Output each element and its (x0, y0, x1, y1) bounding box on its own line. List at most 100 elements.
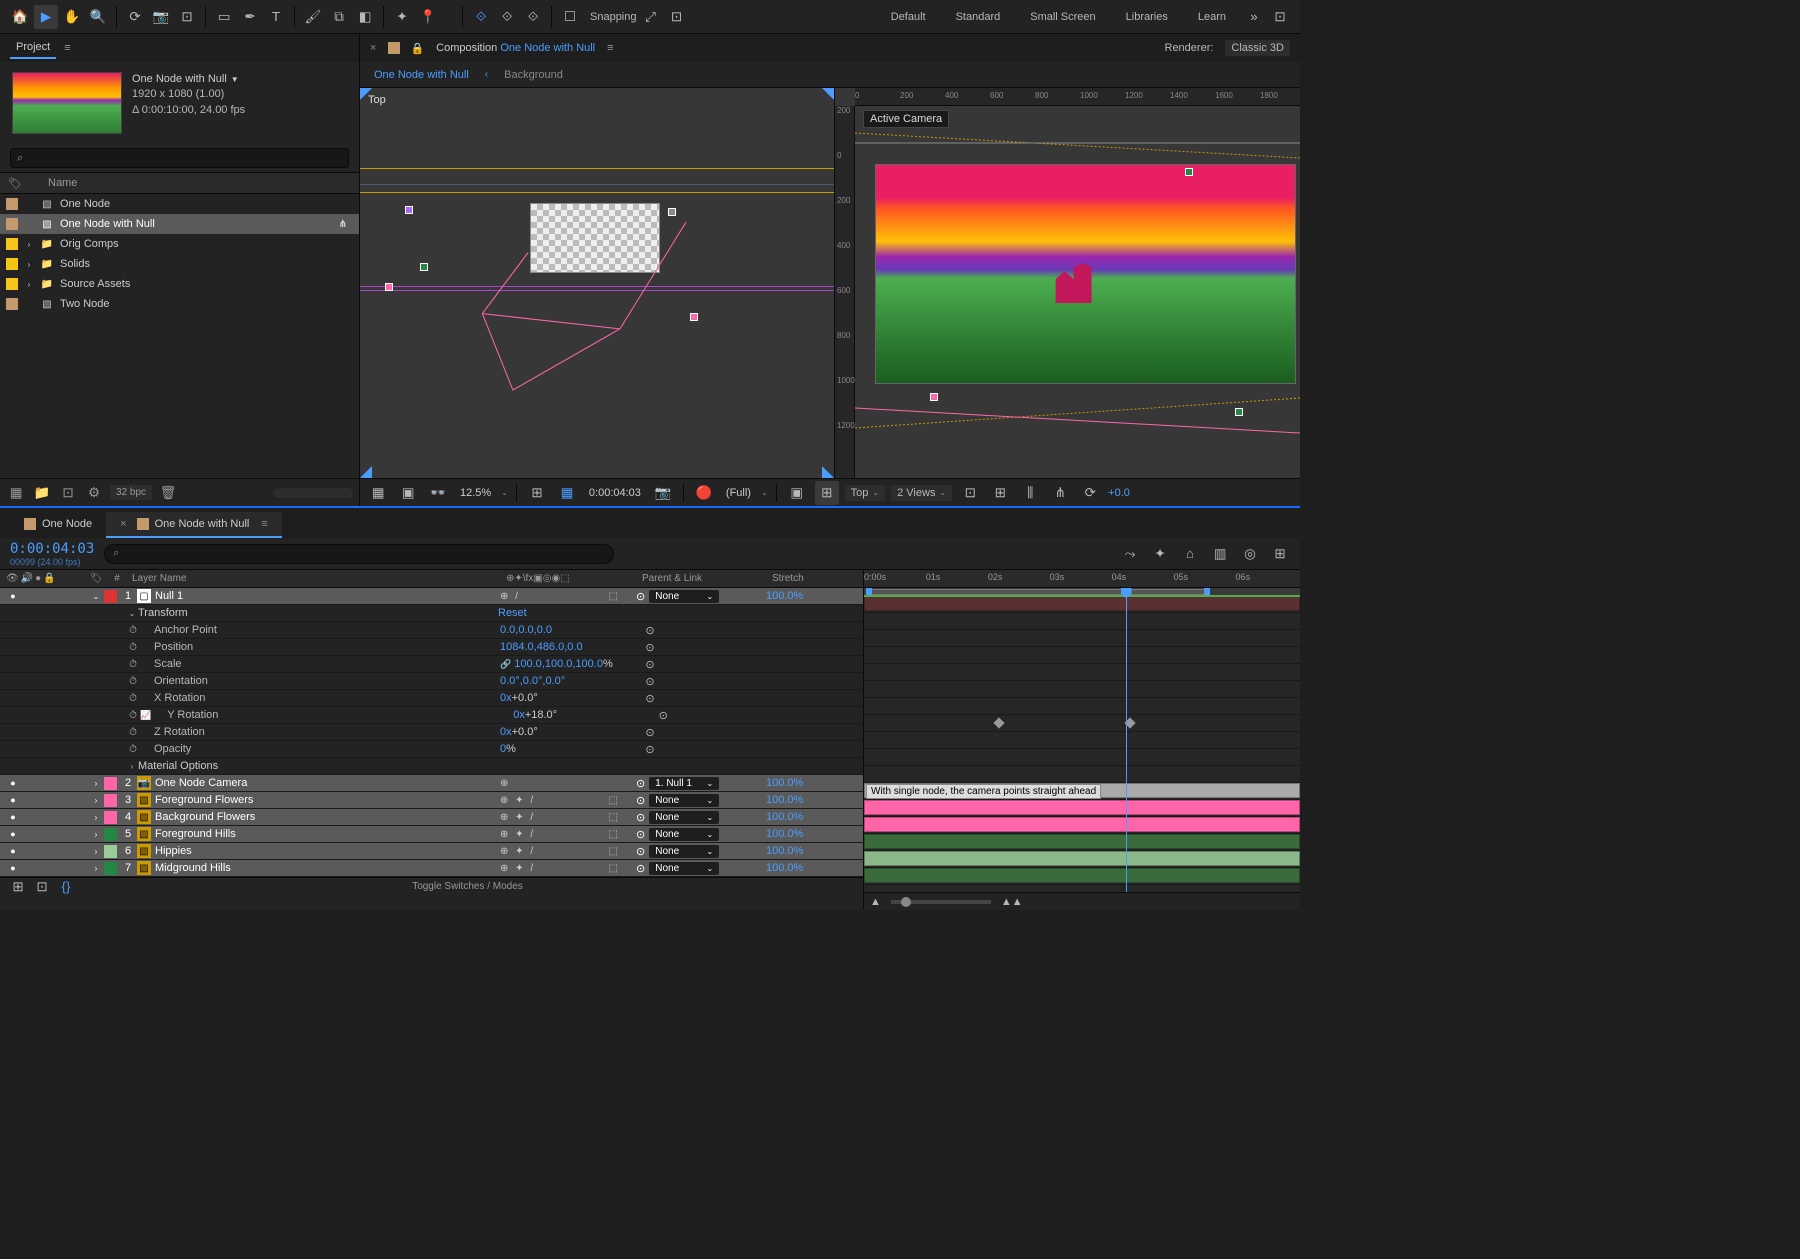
settings-icon[interactable]: ⚙ (84, 483, 104, 503)
comp-time[interactable]: 0:00:04:03 (585, 487, 645, 499)
motion-blur-icon[interactable]: ◎ (1240, 544, 1260, 564)
slider[interactable] (273, 488, 353, 498)
back-arrow-icon[interactable]: ‹ (485, 69, 488, 80)
zoom-slider[interactable] (891, 900, 991, 904)
label-column-icon[interactable]: 🏷 (90, 573, 108, 584)
workspace-standard[interactable]: Standard (942, 0, 1015, 34)
viewport-active-camera[interactable]: 020040060080010001200140016001800 200020… (835, 88, 1300, 478)
timeline-timecode[interactable]: 0:00:04:03 (10, 541, 94, 557)
solo-column-icon[interactable]: ● (35, 573, 41, 584)
puppet-tool-icon[interactable]: 📍 (416, 5, 440, 29)
tag-column-icon[interactable]: 🏷 (8, 177, 28, 190)
property-row[interactable]: ⏱Opacity0%⊙ (0, 741, 863, 758)
type-tool-icon[interactable]: T (264, 5, 288, 29)
transparency-icon[interactable]: ▦ (555, 481, 579, 505)
roto-tool-icon[interactable]: ✦ (390, 5, 414, 29)
lock-icon[interactable]: 🔒 (410, 42, 424, 55)
orbit-tool-icon[interactable]: ⟳ (123, 5, 147, 29)
workspace-small-screen[interactable]: Small Screen (1016, 0, 1109, 34)
project-item[interactable]: ▧One Node (0, 194, 359, 214)
interpret-footage-icon[interactable]: ▦ (6, 483, 26, 503)
eraser-tool-icon[interactable]: ◧ (353, 5, 377, 29)
pen-tool-icon[interactable]: ✒ (238, 5, 262, 29)
timeline-track-area[interactable]: 0:00s01s02s03s04s05s06s With single node… (864, 570, 1300, 910)
toggle-icon-1[interactable]: ⊞ (6, 875, 30, 899)
close-tab-icon[interactable]: × (370, 42, 376, 54)
eye-column-icon[interactable]: 👁 (6, 573, 19, 584)
reset-exposure-icon[interactable]: ⟳ (1078, 481, 1102, 505)
brush-tool-icon[interactable]: 🖌 (301, 5, 325, 29)
layer-row[interactable]: ● › 7 ▧ Midground Hills ⊕ ✦ /⬚ ⊙None⌄ 10… (0, 860, 863, 877)
layer-row[interactable]: ● ⌄ 1 ▢ Null 1 ⊕ /⬚ ⊙None⌄ 100.0% (0, 588, 863, 605)
workspace-libraries[interactable]: Libraries (1112, 0, 1182, 34)
trash-icon[interactable]: 🗑 (158, 483, 178, 503)
layer-row[interactable]: ● › 2 📷 One Node Camera ⊕ ⊙1. Null 1⌄ 10… (0, 775, 863, 792)
name-column-header[interactable]: Name (48, 177, 77, 189)
channel-icon[interactable]: 🔴 (692, 481, 716, 505)
sub-tab-active[interactable]: One Node with Null (374, 69, 469, 81)
snapshot-icon[interactable]: 📷 (651, 481, 675, 505)
property-row[interactable]: ⏱X Rotation0x+0.0°⊙ (0, 690, 863, 707)
goggles-icon[interactable]: 👓 (426, 481, 450, 505)
graph-editor-icon[interactable]: ⊞ (1270, 544, 1290, 564)
axis-world-icon[interactable]: ⟐ (495, 5, 519, 29)
project-search-input[interactable]: ⌕ (10, 148, 349, 168)
project-item[interactable]: ›📁Orig Comps (0, 234, 359, 254)
workspace-overflow-icon[interactable]: » (1242, 5, 1266, 29)
search-help-icon[interactable]: ⊡ (1268, 5, 1292, 29)
snap-checkbox-icon[interactable]: ☐ (558, 5, 582, 29)
zoom-out-icon[interactable]: ▲ (870, 896, 881, 908)
home-icon[interactable]: 🏠 (8, 5, 32, 29)
grid-icon[interactable]: ▦ (366, 481, 390, 505)
camera-tool-icon[interactable]: 📷 (149, 5, 173, 29)
layer-row[interactable]: ● › 6 ▧ Hippies ⊕ ✦ /⬚ ⊙None⌄ 100.0% (0, 843, 863, 860)
fast-preview-icon[interactable]: ⊞ (988, 481, 1012, 505)
view-mode-dropdown[interactable]: Top⌄ (845, 485, 885, 501)
stretch-column[interactable]: Stretch (766, 573, 863, 584)
transform-group[interactable]: ⌄TransformReset (0, 605, 863, 622)
property-row[interactable]: ⏱Z Rotation0x+0.0°⊙ (0, 724, 863, 741)
zoom-value[interactable]: 12.5% (456, 487, 495, 499)
timeline-tab[interactable]: One Node (10, 512, 106, 538)
material-options-group[interactable]: ›Material Options (0, 758, 863, 775)
toggle-mask-icon[interactable]: ▣ (396, 481, 420, 505)
toggle-icon-3[interactable]: {} (54, 875, 78, 899)
timeline-search-input[interactable]: ⌕ (104, 544, 614, 564)
breadcrumb-link[interactable]: One Node with Null (500, 42, 595, 54)
shape-tool-icon[interactable]: ▭ (212, 5, 236, 29)
draft3d-icon[interactable]: ✦ (1150, 544, 1170, 564)
layer-row[interactable]: ● › 3 ▧ Foreground Flowers ⊕ ✦ /⬚ ⊙None⌄… (0, 792, 863, 809)
exposure-value[interactable]: +0.0 (1108, 487, 1130, 499)
workspace-learn[interactable]: Learn (1184, 0, 1240, 34)
frame-blend-icon[interactable]: ▥ (1210, 544, 1230, 564)
project-item[interactable]: ›📁Solids (0, 254, 359, 274)
resolution-icon[interactable]: ⊞ (525, 481, 549, 505)
view-count-dropdown[interactable]: 2 Views⌄ (891, 485, 952, 501)
property-row[interactable]: ⏱Orientation0.0°,0.0°,0.0°⊙ (0, 673, 863, 690)
bpc-toggle[interactable]: 32 bpc (110, 485, 152, 500)
timeline-icon[interactable]: ⫼ (1018, 481, 1042, 505)
axis-view-icon[interactable]: ⟐ (521, 5, 545, 29)
clone-tool-icon[interactable]: ⧉ (327, 5, 351, 29)
property-row[interactable]: ⏱Position1084.0,486.0,0.0⊙ (0, 639, 863, 656)
audio-column-icon[interactable]: 🔊 (21, 573, 33, 584)
snap-opt1-icon[interactable]: ⤢ (639, 5, 663, 29)
layer-row[interactable]: ● › 4 ▧ Background Flowers ⊕ ✦ /⬚ ⊙None⌄… (0, 809, 863, 826)
property-row[interactable]: ⏱Scale🔗 100.0,100.0,100.0%⊙ (0, 656, 863, 673)
hand-tool-icon[interactable]: ✋ (60, 5, 84, 29)
comp-mini-flowchart-icon[interactable]: ⤳ (1120, 544, 1140, 564)
property-row[interactable]: ⏱📈Y Rotation0x+18.0°⊙ (0, 707, 863, 724)
axis-local-icon[interactable]: ⟐ (469, 5, 493, 29)
project-tab[interactable]: Project (10, 37, 56, 59)
project-item[interactable]: ▧Two Node (0, 294, 359, 314)
project-item[interactable]: ▧One Node with Null⋔ (0, 214, 359, 234)
resolution-dropdown[interactable]: (Full) (722, 487, 755, 499)
selection-tool-icon[interactable]: ▶ (34, 5, 58, 29)
renderer-dropdown[interactable]: Classic 3D (1225, 40, 1290, 56)
toggle-icon-2[interactable]: ⊡ (30, 875, 54, 899)
shy-icon[interactable]: ⌂ (1180, 544, 1200, 564)
flowchart-icon[interactable]: ⋔ (1048, 481, 1072, 505)
parent-column[interactable]: Parent & Link (636, 573, 766, 584)
timeline-tracks[interactable]: With single node, the camera points stra… (864, 596, 1300, 892)
timeline-tab[interactable]: ×One Node with Null≡ (106, 512, 282, 538)
